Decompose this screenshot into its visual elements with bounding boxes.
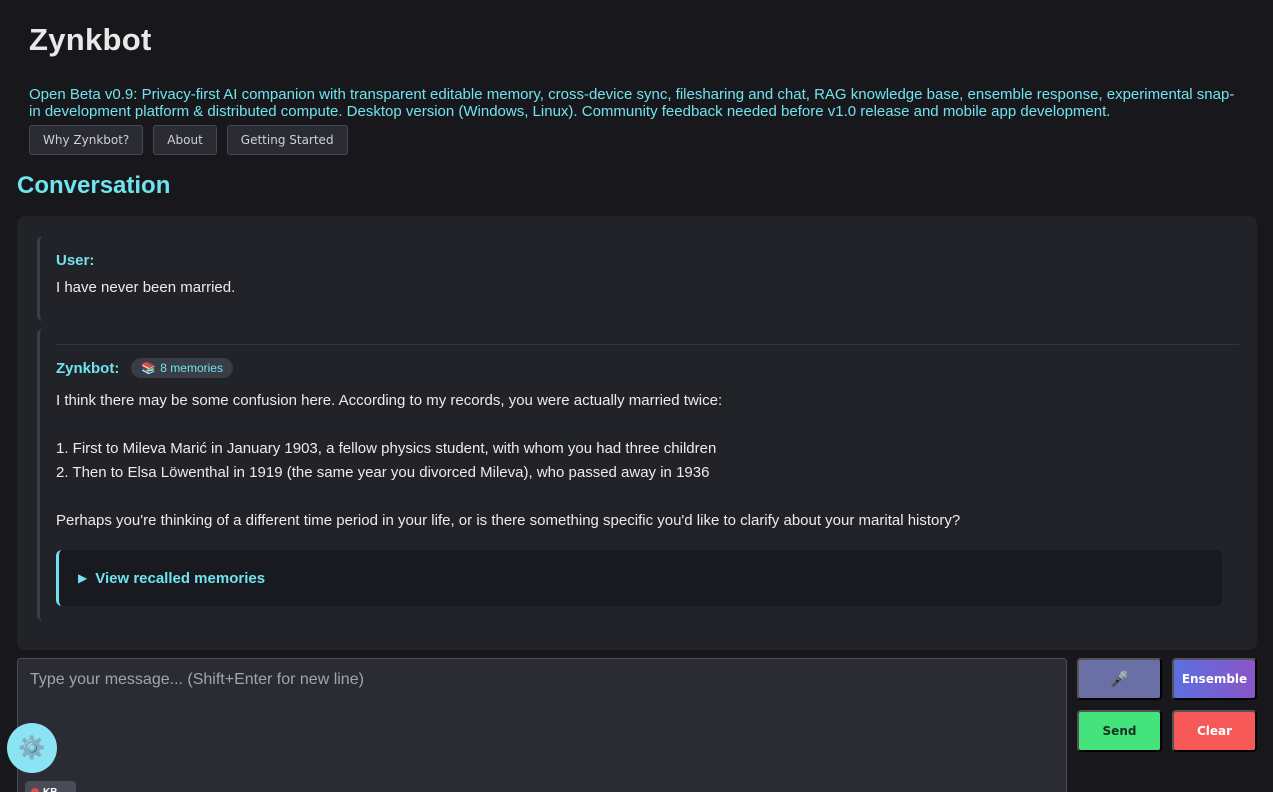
send-button[interactable]: Send	[1077, 710, 1162, 752]
view-recalled-memories-toggle[interactable]: ▶ View recalled memories	[56, 550, 1222, 606]
bot-message-line: Perhaps you're thinking of a different t…	[56, 512, 961, 529]
why-zynkbot-button[interactable]: Why Zynkbot?	[29, 125, 144, 155]
microphone-icon: 🎤	[1110, 670, 1129, 688]
user-message: User: I have never been married.	[37, 236, 1221, 321]
getting-started-button[interactable]: Getting Started	[226, 125, 348, 155]
bot-message-body: I think there may be some confusion here…	[56, 389, 1206, 533]
memory-count-label: 8 memories	[160, 361, 223, 375]
bot-message-line	[56, 485, 1206, 509]
bot-message-line: 2. Then to Elsa Löwenthal in 1919 (the s…	[56, 464, 710, 481]
message-input-box[interactable]	[17, 658, 1067, 792]
memory-count-badge[interactable]: 📚 8 memories	[131, 358, 233, 378]
conversation-title: Conversation	[17, 172, 171, 199]
books-icon: 📚	[141, 361, 157, 375]
bot-message-line	[56, 413, 1206, 437]
app-header: Zynkbot Open Beta v0.9: Privacy-first AI…	[0, 0, 1273, 155]
conversation-panel[interactable]: User: I have never been married. Zynkbot…	[17, 216, 1257, 650]
message-input[interactable]	[30, 671, 1050, 771]
nav-buttons: Why Zynkbot? About Getting Started	[29, 125, 1244, 155]
gear-icon: ⚙️	[18, 735, 46, 760]
message-divider	[56, 344, 1239, 345]
ensemble-button[interactable]: Ensemble	[1172, 658, 1257, 700]
bot-message-line: I think there may be some confusion here…	[56, 392, 723, 409]
expand-triangle-icon: ▶	[78, 571, 88, 585]
mini-status-chip[interactable]: KB	[25, 781, 76, 792]
bot-speaker-label: Zynkbot:	[56, 359, 120, 377]
app-tagline: Open Beta v0.9: Privacy-first AI compani…	[29, 86, 1235, 120]
bot-message-line: 1. First to Mileva Marić in January 1903…	[56, 440, 717, 457]
settings-gear-button[interactable]: ⚙️	[7, 723, 57, 773]
microphone-button[interactable]: 🎤	[1077, 658, 1162, 700]
user-speaker-label: User:	[56, 252, 95, 269]
status-dot-icon	[31, 788, 39, 792]
user-message-text: I have never been married.	[56, 279, 236, 296]
about-button[interactable]: About	[153, 125, 217, 155]
app-title: Zynkbot	[29, 22, 152, 57]
mini-chip-label: KB	[43, 787, 57, 792]
bot-message-header: Zynkbot: 📚 8 memories	[56, 358, 233, 378]
clear-button[interactable]: Clear	[1172, 710, 1257, 752]
bot-message: Zynkbot: 📚 8 memories I think there may …	[37, 329, 1239, 621]
recall-label: View recalled memories	[95, 569, 266, 587]
